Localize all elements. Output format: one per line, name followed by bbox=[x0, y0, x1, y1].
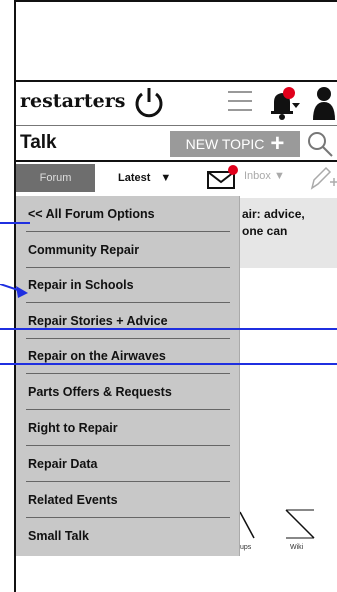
tab-latest-label: Latest bbox=[118, 172, 151, 184]
topic-preview-text: air: advice, one can bbox=[242, 207, 305, 238]
inbox-dropdown[interactable]: Inbox ▼ bbox=[244, 170, 285, 182]
menu-item-all-forum-options[interactable]: << All Forum Options bbox=[26, 196, 230, 232]
menu-item-related-events[interactable]: Related Events bbox=[26, 482, 230, 518]
new-topic-button[interactable]: NEW TOPIC + bbox=[170, 131, 300, 157]
forum-tabs: Forum Latest ▼ Inbox ▼ bbox=[16, 162, 337, 196]
top-blank-bar bbox=[14, 0, 337, 82]
power-icon[interactable] bbox=[132, 86, 166, 120]
menu-item-small-talk[interactable]: Small Talk bbox=[26, 518, 230, 554]
menu-item-right-to-repair[interactable]: Right to Repair bbox=[26, 410, 230, 446]
annotation-line-1 bbox=[0, 222, 30, 224]
search-icon[interactable] bbox=[306, 130, 334, 158]
page-title: Talk bbox=[20, 132, 57, 153]
tab-forum-label: Forum bbox=[39, 172, 72, 184]
compose-pen-icon[interactable] bbox=[308, 164, 337, 192]
site-logo[interactable]: restarters bbox=[20, 90, 125, 112]
annotation-arrow-icon bbox=[0, 284, 28, 298]
wiki-label: Wiki bbox=[290, 544, 304, 551]
menu-item-community-repair[interactable]: Community Repair bbox=[26, 232, 230, 268]
groups-placeholder-icon[interactable] bbox=[240, 510, 260, 540]
wiki-placeholder-icon[interactable] bbox=[284, 508, 316, 540]
annotation-line-2 bbox=[0, 328, 337, 330]
menu-item-repair-stories[interactable]: Repair Stories + Advice bbox=[26, 303, 230, 339]
menu-item-repair-in-schools[interactable]: Repair in Schools bbox=[26, 267, 230, 303]
hamburger-menu-icon[interactable] bbox=[226, 88, 254, 114]
topic-preview-card[interactable]: air: advice, one can bbox=[240, 198, 337, 268]
annotation-line-3 bbox=[0, 363, 337, 365]
notification-bell-icon[interactable] bbox=[268, 86, 300, 120]
bottom-nav-fragment: ups Wiki bbox=[240, 508, 337, 552]
menu-item-parts-offers[interactable]: Parts Offers & Requests bbox=[26, 374, 230, 410]
tab-latest[interactable]: Latest ▼ bbox=[100, 164, 180, 192]
caret-down-icon: ▼ bbox=[160, 172, 172, 184]
talk-bar: Talk NEW TOPIC + bbox=[16, 126, 337, 162]
site-header: restarters bbox=[16, 82, 337, 126]
menu-item-repair-on-airwaves[interactable]: Repair on the Airwaves bbox=[26, 338, 230, 374]
new-topic-label: NEW TOPIC bbox=[185, 136, 265, 152]
envelope-icon[interactable] bbox=[206, 164, 240, 190]
forum-dropdown-menu: << All Forum Options Community Repair Re… bbox=[16, 196, 240, 556]
menu-item-repair-data[interactable]: Repair Data bbox=[26, 446, 230, 482]
tab-forum[interactable]: Forum bbox=[16, 164, 95, 192]
user-avatar-icon[interactable] bbox=[312, 86, 336, 120]
plus-icon: + bbox=[270, 130, 285, 157]
groups-label: ups bbox=[240, 544, 252, 551]
